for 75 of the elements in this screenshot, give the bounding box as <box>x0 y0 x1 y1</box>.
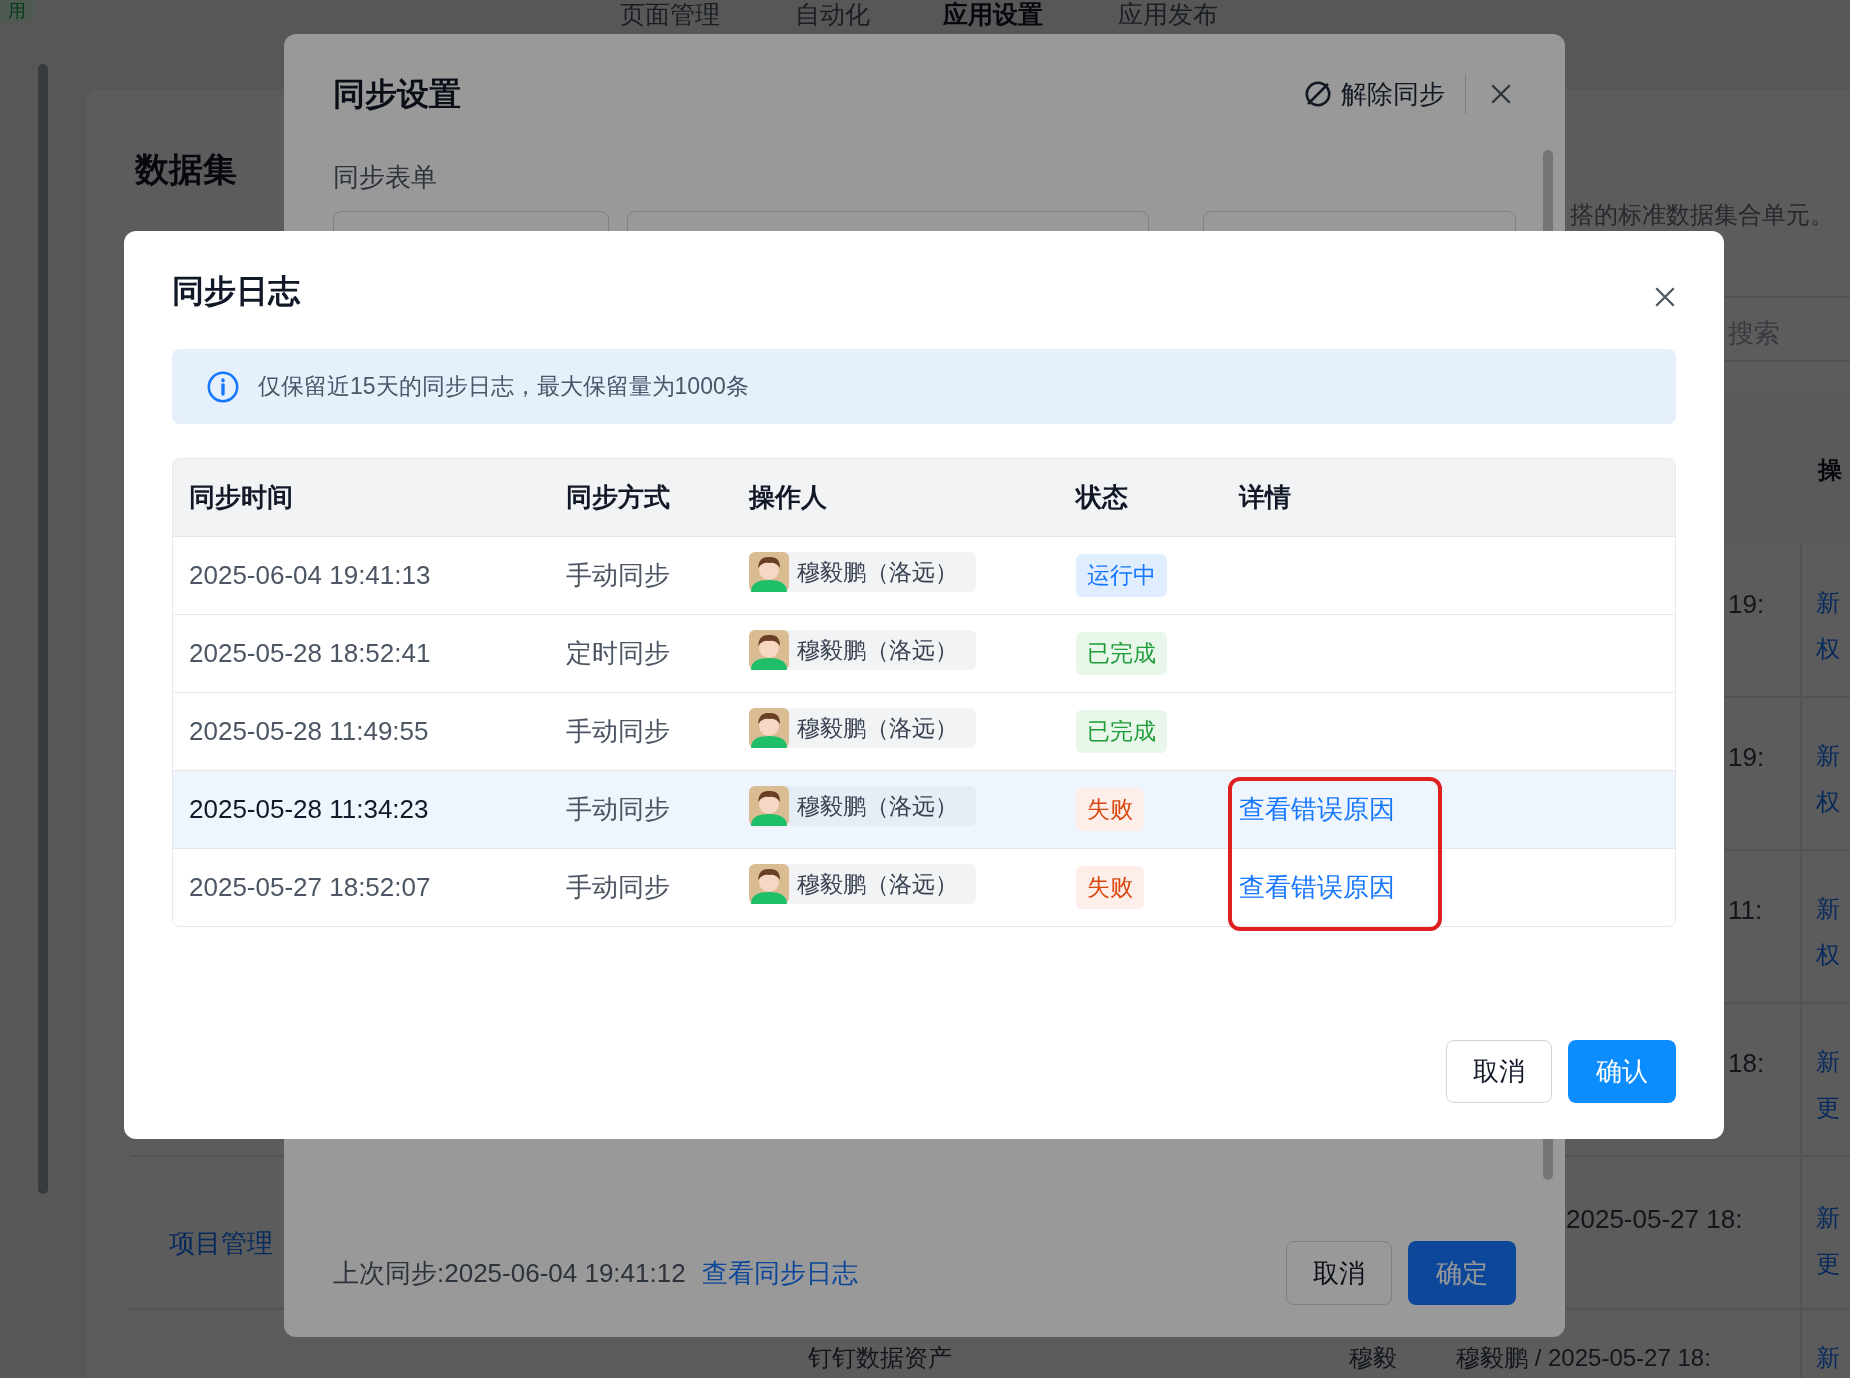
user-name: 穆毅鹏（洛远） <box>797 557 958 587</box>
last-sync-text: 上次同步:2025-06-04 19:41:12 <box>333 1256 686 1290</box>
user-name: 穆毅鹏（洛远） <box>797 635 958 665</box>
status-tag: 失败 <box>1076 866 1144 909</box>
avatar-icon <box>749 786 789 826</box>
dialog-title: 同步日志 <box>172 272 301 311</box>
table-cell: 穆毅鹏 / 2025-05-27 18: <box>1456 1344 1711 1372</box>
avatar-icon <box>749 630 789 670</box>
column-header: 状态 <box>1076 482 1128 512</box>
table-cell: 手动同步 <box>566 872 670 902</box>
avatar-icon <box>749 708 789 748</box>
table-cell-text: 2025-05-27 18: <box>1566 1203 1743 1236</box>
table-cell-text: 11: <box>1728 894 1763 927</box>
table-cell: 手动同步 <box>566 560 670 590</box>
scrollbar[interactable] <box>38 64 48 1194</box>
project-link[interactable]: 项目管理 <box>169 1224 273 1263</box>
action-link[interactable]: 新 <box>1816 585 1840 621</box>
table-cell: 2025-05-28 11:34:23 <box>189 794 429 824</box>
table-cell: 2025-05-28 11:49:55 <box>189 716 429 746</box>
cancel-button[interactable]: 取消 <box>1286 1241 1392 1305</box>
action-link[interactable]: 新 <box>1816 891 1840 927</box>
action-link[interactable]: 新 <box>1816 1344 1840 1372</box>
status-tag: 已完成 <box>1076 632 1167 675</box>
nav-tab[interactable]: 应用设置 <box>943 0 1043 28</box>
table-cell-text: 18: <box>1728 1047 1765 1080</box>
user-name: 穆毅鹏（洛远） <box>797 713 958 743</box>
table-cell-text: 19: <box>1728 741 1765 774</box>
column-header: 操 <box>1818 455 1842 485</box>
action-link[interactable]: 新 <box>1816 1200 1840 1236</box>
cancel-button[interactable]: 取消 <box>1446 1040 1552 1103</box>
action-link[interactable]: 更 <box>1816 1090 1840 1126</box>
confirm-button[interactable]: 确认 <box>1568 1040 1676 1103</box>
status-tag: 失败 <box>1076 788 1144 831</box>
table-cell-text: 19: <box>1728 588 1765 621</box>
confirm-button[interactable]: 确定 <box>1408 1241 1516 1305</box>
table-cell: 定时同步 <box>566 638 670 668</box>
table-cell: 穆毅 <box>1349 1344 1397 1372</box>
section-label: 同步表单 <box>333 161 438 194</box>
table-cell: 2025-05-27 18:52:07 <box>189 872 431 902</box>
dialog-title: 同步设置 <box>333 75 462 114</box>
unsync-button[interactable]: 解除同步 <box>1303 74 1466 114</box>
table-cell: 手动同步 <box>566 716 670 746</box>
action-link[interactable]: 新 <box>1816 738 1840 774</box>
app-badge: 用 <box>0 0 34 22</box>
nav-tab[interactable]: 应用发布 <box>1118 0 1218 28</box>
column-header: 同步时间 <box>189 482 293 512</box>
avatar-icon <box>749 864 789 904</box>
error-reason-link[interactable]: 查看错误原因 <box>1239 872 1395 902</box>
table-row[interactable]: 2025-05-27 18:52:07 手动同步 穆毅鹏（洛远） 失败 查看错误原因 <box>173 848 1675 926</box>
action-link[interactable]: 新 <box>1816 1044 1840 1080</box>
column-header: 同步方式 <box>566 482 670 512</box>
notice-text: 仅保留近15天的同步日志，最大保留量为1000条 <box>258 372 749 402</box>
column-header: 操作人 <box>749 482 827 512</box>
status-tag: 运行中 <box>1076 554 1167 597</box>
table-cell: 2025-05-28 18:52:41 <box>189 638 431 668</box>
nav-tab[interactable]: 页面管理 <box>620 0 720 28</box>
table-row[interactable]: 2025-05-28 11:34:23 手动同步 穆毅鹏（洛远） 失败 查看错误原因 <box>173 770 1675 848</box>
user-name: 穆毅鹏（洛远） <box>797 791 958 821</box>
action-link[interactable]: 权 <box>1816 631 1840 667</box>
action-link[interactable]: 权 <box>1816 937 1840 973</box>
page-title: 数据集 <box>135 149 237 190</box>
action-link[interactable]: 更 <box>1816 1246 1840 1282</box>
status-tag: 已完成 <box>1076 710 1167 753</box>
table-cell: 手动同步 <box>566 794 670 824</box>
error-reason-link[interactable]: 查看错误原因 <box>1239 794 1395 824</box>
sync-log-link[interactable]: 查看同步日志 <box>701 1253 858 1293</box>
column-header: 详情 <box>1239 482 1291 512</box>
avatar-icon <box>749 552 789 592</box>
nav-tab[interactable]: 自动化 <box>795 0 870 28</box>
action-link[interactable]: 权 <box>1816 784 1840 820</box>
unlink-icon <box>1303 79 1333 109</box>
user-name: 穆毅鹏（洛远） <box>797 869 958 899</box>
info-icon <box>206 369 240 404</box>
table-cell: 钉钉数据资产 <box>808 1344 952 1372</box>
table-cell: 2025-06-04 19:41:13 <box>189 560 431 590</box>
